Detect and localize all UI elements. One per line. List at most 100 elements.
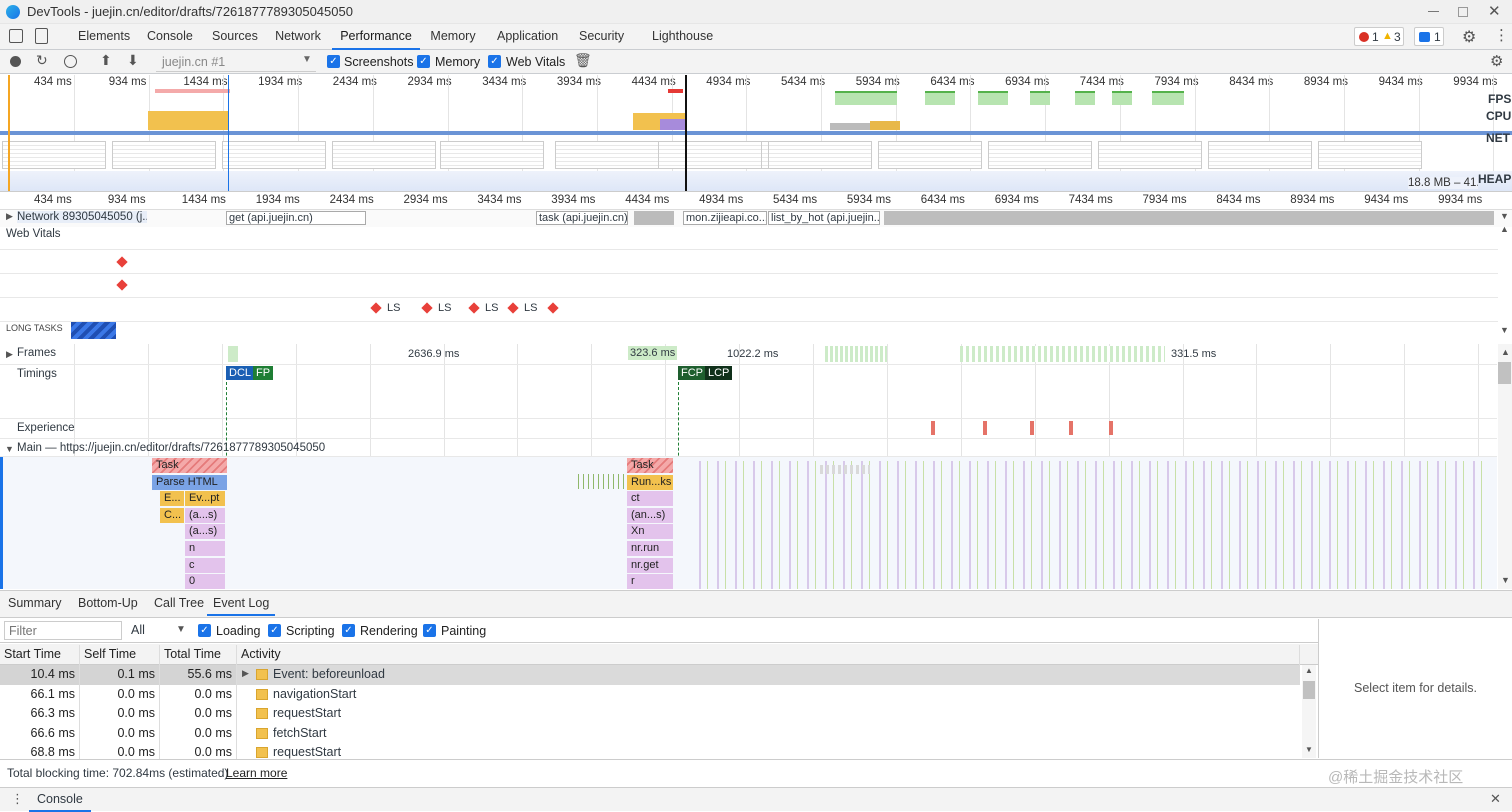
clear-icon[interactable] xyxy=(64,55,77,68)
scroll-up-icon[interactable]: ▲ xyxy=(1305,666,1313,675)
network-request[interactable]: task (api.juejin.cn) xyxy=(536,211,628,225)
scroll-down-icon[interactable]: ▼ xyxy=(1501,575,1510,585)
scroll-up-icon[interactable]: ▲ xyxy=(1500,224,1509,234)
filter-scripting-checkbox[interactable]: ✓ xyxy=(268,624,281,637)
layout-shift[interactable] xyxy=(931,421,935,435)
tab-elements[interactable]: Elements xyxy=(78,24,130,50)
network-request[interactable]: list_by_hot (api.juejin... xyxy=(768,211,880,225)
network-track[interactable]: ▶ Network 89305045050 (j... get (api.jue… xyxy=(0,210,1512,227)
lcp-marker[interactable]: LCP xyxy=(705,366,733,380)
expand-arrow-icon[interactable]: ▶ xyxy=(242,668,249,679)
drawer-menu-icon[interactable]: ⋮ xyxy=(11,791,24,807)
table-row[interactable]: 66.3 ms 0.0 ms 0.0 ms requestStart xyxy=(0,704,1300,724)
close-icon[interactable]: ✕ xyxy=(1488,2,1501,20)
flame-slice[interactable]: Run...ks xyxy=(627,474,673,490)
scroll-down-icon[interactable]: ▼ xyxy=(1500,211,1509,221)
lcp-marker[interactable] xyxy=(116,279,128,291)
frame-block[interactable] xyxy=(825,346,887,362)
ls-marker[interactable] xyxy=(547,302,559,314)
inspect-element-icon[interactable] xyxy=(9,29,23,43)
issues-counter[interactable]: 1 ▲ 3 xyxy=(1354,27,1404,46)
expand-arrow-icon[interactable]: ▶ xyxy=(6,349,13,360)
expand-arrow-icon[interactable]: ▶ xyxy=(6,211,13,222)
scrollbar-thumb[interactable] xyxy=(1303,681,1315,699)
bottom-tab-event-log[interactable]: Event Log xyxy=(207,594,276,616)
flame-slice[interactable]: 0 xyxy=(185,574,225,589)
network-request-bar[interactable] xyxy=(634,211,674,225)
capture-settings-gear-icon[interactable]: ⚙ xyxy=(1490,52,1503,70)
flame-slice[interactable]: Xn xyxy=(627,524,673,540)
web-vitals-checkbox[interactable]: ✓ xyxy=(488,55,501,68)
screenshot-thumbnail[interactable] xyxy=(112,141,216,169)
upload-icon[interactable]: ⬆ xyxy=(100,52,112,69)
bottom-tab-summary[interactable]: Summary xyxy=(8,594,61,616)
selection-left-handle[interactable] xyxy=(8,75,10,191)
reload-icon[interactable]: ↻ xyxy=(36,52,48,69)
screenshot-thumbnail[interactable] xyxy=(768,141,872,169)
screenshot-thumbnail[interactable] xyxy=(988,141,1092,169)
filter-loading-checkbox[interactable]: ✓ xyxy=(198,624,211,637)
flame-slice[interactable]: C... xyxy=(160,507,184,523)
column-header[interactable]: Total Time xyxy=(160,645,237,665)
tracks-scrollbar[interactable]: ▲ ▼ xyxy=(1498,344,1512,589)
screenshots-checkbox[interactable]: ✓ xyxy=(327,55,340,68)
screenshot-thumbnail[interactable] xyxy=(440,141,544,169)
flame-slice[interactable]: (a...s) xyxy=(185,507,225,523)
dcl-marker[interactable]: DCL xyxy=(226,366,255,380)
layout-shift[interactable] xyxy=(1069,421,1073,435)
flame-slice[interactable]: nr.get xyxy=(627,557,673,573)
table-scrollbar[interactable]: ▲ ▼ xyxy=(1302,665,1316,758)
ls-marker[interactable] xyxy=(468,302,480,314)
time-ruler[interactable]: 434 ms 934 ms 1434 ms 1934 ms 2434 ms 2934 ms… xyxy=(0,193,1512,210)
download-icon[interactable]: ⬇ xyxy=(127,52,139,69)
filter-painting-checkbox[interactable]: ✓ xyxy=(423,624,436,637)
filter-input[interactable] xyxy=(4,621,122,640)
layout-shift[interactable] xyxy=(1030,421,1034,435)
frame-block[interactable] xyxy=(960,346,1165,362)
fcp-marker[interactable]: FCP xyxy=(678,366,706,380)
network-request-bar[interactable] xyxy=(884,211,1494,225)
drawer-close-icon[interactable]: ✕ xyxy=(1490,791,1501,807)
scrollbar-thumb[interactable] xyxy=(1498,362,1511,384)
bottom-tab-call-tree[interactable]: Call Tree xyxy=(154,594,204,616)
timeline-overview[interactable]: 434 ms 934 ms 1434 ms 1934 ms 2434 ms 2934 ms… xyxy=(0,75,1512,192)
flame-slice[interactable]: r xyxy=(627,574,673,589)
flame-slice[interactable]: Parse HTML xyxy=(152,474,227,490)
tab-sources[interactable]: Sources xyxy=(212,24,258,50)
learn-more-link[interactable]: Learn more xyxy=(226,766,287,780)
messages-counter[interactable]: 1 xyxy=(1414,27,1444,46)
flame-slice[interactable]: (a...s) xyxy=(185,524,225,540)
screenshot-thumbnail[interactable] xyxy=(1208,141,1312,169)
tab-application[interactable]: Application xyxy=(497,24,558,50)
table-row[interactable]: 10.4 ms 0.1 ms 55.6 ms ▶ Event: beforeunload xyxy=(0,665,1300,685)
screenshot-thumbnail[interactable] xyxy=(222,141,326,169)
column-header[interactable]: Self Time xyxy=(80,645,160,665)
bottom-tab-bottom-up[interactable]: Bottom-Up xyxy=(78,594,138,616)
screenshot-thumbnail[interactable] xyxy=(332,141,436,169)
ls-marker[interactable] xyxy=(370,302,382,314)
column-header[interactable]: Start Time xyxy=(0,645,80,665)
tab-memory[interactable]: Memory xyxy=(430,24,476,50)
screenshot-thumbnail[interactable] xyxy=(1318,141,1422,169)
more-menu-icon[interactable]: ⋮ xyxy=(1494,26,1509,44)
fp-marker[interactable]: FP xyxy=(253,366,274,380)
screenshot-thumbnail[interactable] xyxy=(658,141,762,169)
ls-marker[interactable] xyxy=(421,302,433,314)
long-task-bar[interactable] xyxy=(71,322,116,339)
trash-icon[interactable]: 🗑 xyxy=(574,52,592,69)
flame-slice[interactable]: E... xyxy=(160,491,184,507)
ls-marker[interactable] xyxy=(507,302,519,314)
table-row[interactable]: 66.1 ms 0.0 ms 0.0 ms navigationStart xyxy=(0,684,1300,705)
minimize-icon[interactable] xyxy=(1428,11,1439,12)
screenshot-thumbnail[interactable] xyxy=(2,141,106,169)
flame-slice[interactable]: Task xyxy=(152,458,227,473)
screenshot-thumbnail[interactable] xyxy=(555,141,659,169)
flame-slice[interactable]: nr.run xyxy=(627,541,673,556)
category-select[interactable]: All ▼ xyxy=(128,621,188,640)
maximize-icon[interactable] xyxy=(1458,7,1468,17)
settings-gear-icon[interactable]: ⚙ xyxy=(1462,27,1476,47)
table-row[interactable]: 66.6 ms 0.0 ms 0.0 ms fetchStart xyxy=(0,723,1300,744)
layout-shift[interactable] xyxy=(983,421,987,435)
device-toolbar-icon[interactable] xyxy=(35,28,48,44)
layout-shift[interactable] xyxy=(1109,421,1113,435)
